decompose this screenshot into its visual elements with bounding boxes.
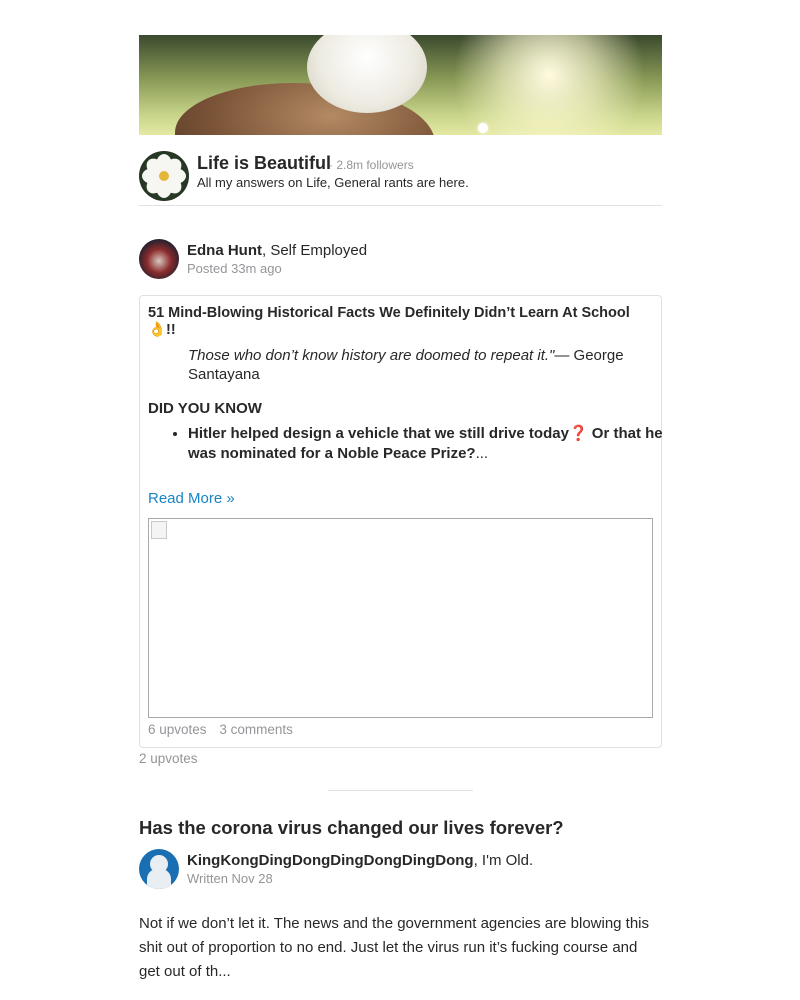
answer-author: KingKongDingDongDingDongDingDong, I'm Ol… [139, 849, 662, 891]
banner-flower [478, 123, 488, 133]
banner-light [439, 35, 659, 135]
post-upvotes-count[interactable]: 2 upvotes [139, 751, 198, 766]
author-line: Edna Hunt, Self Employed [187, 242, 367, 259]
space-description: All my answers on Life, General rants ar… [197, 175, 469, 190]
space-banner-image[interactable] [139, 35, 662, 135]
space-followers: · 2.8m followers [329, 158, 414, 172]
read-more-link[interactable]: Read More » [148, 490, 235, 507]
post-timestamp[interactable]: Posted 33m ago [187, 261, 282, 276]
shared-upvotes-count[interactable]: 6 upvotes [148, 722, 207, 737]
broken-image [148, 518, 653, 718]
question-title[interactable]: Has the corona virus changed our lives f… [139, 817, 564, 839]
section-heading: DID YOU KNOW [148, 400, 262, 417]
broken-image-icon [151, 521, 167, 539]
shared-comments-count[interactable]: 3 comments [219, 722, 293, 737]
space-name[interactable]: Life is Beautiful [197, 153, 331, 174]
author-line: KingKongDingDongDingDongDingDong, I'm Ol… [187, 852, 533, 869]
author-credential: , Self Employed [262, 242, 368, 259]
author-credential: , I'm Old. [473, 852, 534, 869]
space-header: Life is Beautiful · 2.8m followers All m… [139, 151, 662, 206]
divider [328, 790, 473, 791]
fact-list: Hitler helped design a vehicle that we s… [148, 424, 678, 464]
shared-post-stats: 6 upvotes 3 comments [148, 722, 302, 737]
quote-block: Those who don’t know history are doomed … [188, 346, 628, 384]
post-author: Edna Hunt, Self Employed Posted 33m ago [139, 239, 662, 281]
author-name[interactable]: KingKongDingDongDingDongDingDong [187, 852, 474, 869]
answer-timestamp[interactable]: Written Nov 28 [187, 871, 273, 886]
author-name[interactable]: Edna Hunt [187, 242, 262, 259]
quote-text: Those who don’t know history are doomed … [188, 347, 555, 364]
shared-post-card[interactable]: 51 Mind-Blowing Historical Facts We Defi… [139, 295, 663, 748]
answer-preview[interactable]: Not if we don’t let it. The news and the… [139, 912, 659, 984]
avatar[interactable] [139, 239, 179, 279]
space-icon[interactable] [139, 151, 189, 201]
list-item: Hitler helped design a vehicle that we s… [188, 424, 678, 464]
question-mark-emoji: ❓ [568, 425, 588, 442]
avatar[interactable] [139, 849, 179, 889]
shared-post-title[interactable]: 51 Mind-Blowing Historical Facts We Defi… [148, 305, 653, 338]
